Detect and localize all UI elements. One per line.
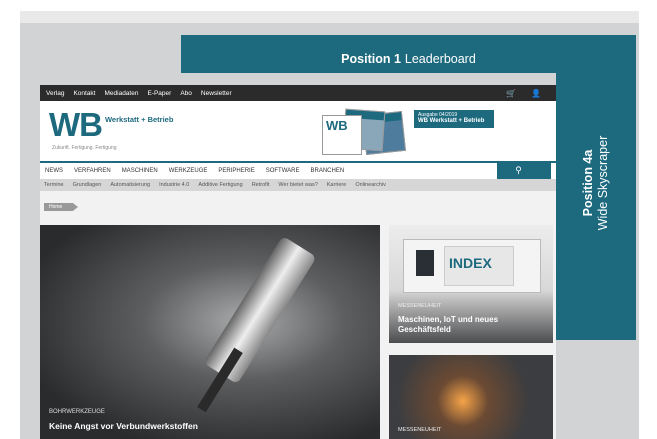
subnav-item[interactable]: Onlinearchiv	[355, 182, 386, 188]
topbar-link[interactable]: E-Paper	[147, 90, 171, 97]
site-logo[interactable]: WB Werkstatt + Betrieb	[49, 106, 174, 143]
article-card[interactable]: MESSENEUHEIT	[389, 355, 553, 439]
leaderboard-label: Leaderboard	[404, 52, 476, 66]
machine-brand: INDEX	[449, 255, 492, 271]
cart-icon[interactable]: 🛒	[506, 89, 516, 98]
nav-item[interactable]: WERKZEUGE	[169, 168, 208, 174]
machine-image: INDEX	[403, 239, 541, 293]
nav-item[interactable]: BRANCHEN	[311, 168, 345, 174]
sub-nav: Termine Grundlagen Automatisierung Indus…	[40, 179, 556, 191]
user-icon[interactable]: 👤	[531, 89, 541, 98]
subnav-item[interactable]: Retrofit	[252, 182, 270, 188]
nav-item[interactable]: PERIPHERIE	[218, 168, 254, 174]
topbar-link[interactable]: Abo	[180, 90, 192, 97]
nav-item[interactable]: NEWS	[45, 168, 63, 174]
hero-kicker: BOHRWERKZEUGE	[49, 409, 105, 415]
skyscraper-text: Position 4a Wide Skyscraper	[581, 136, 611, 230]
topbar-link[interactable]: Mediadaten	[104, 90, 138, 97]
tool-holder-image	[203, 235, 317, 385]
subnav-item[interactable]: Termine	[44, 182, 64, 188]
logo-mark: WB	[49, 106, 103, 143]
nav-item[interactable]: MASCHINEN	[122, 168, 158, 174]
skyscraper-ad-slot: Position 4a Wide Skyscraper	[556, 73, 636, 340]
leaderboard-position: Position 1	[341, 52, 401, 66]
subnav-item[interactable]: Karriere	[327, 182, 347, 188]
frame-top-band	[20, 11, 639, 23]
nav-item[interactable]: VERFAHREN	[74, 168, 111, 174]
top-bar: Verlag Kontakt Mediadaten E-Paper Abo Ne…	[40, 85, 556, 101]
card-title: Maschinen, IoT und neues Geschäftsfeld	[398, 315, 499, 334]
breadcrumb-home[interactable]: Home	[44, 203, 78, 211]
website-mockup: Verlag Kontakt Mediadaten E-Paper Abo Ne…	[40, 85, 556, 439]
subnav-item[interactable]: Additive Fertigung	[198, 182, 242, 188]
subnav-item[interactable]: Wer bietet was?	[278, 182, 317, 188]
search-icon: ⚲	[515, 164, 522, 175]
site-header: WB Werkstatt + Betrieb Zukunft. Fertigun…	[40, 101, 556, 161]
hero-title: Keine Angst vor Verbundwerkstoffen	[49, 421, 198, 431]
hero-article[interactable]: BOHRWERKZEUGE Keine Angst vor Verbundwer…	[40, 225, 380, 439]
leaderboard-ad-slot: Position 1 Leaderboard	[181, 35, 636, 73]
skyscraper-position: Position 4a	[581, 149, 595, 217]
search-button[interactable]: ⚲	[497, 161, 551, 179]
subnav-item[interactable]: Industrie 4.0	[159, 182, 189, 188]
nav-item[interactable]: SOFTWARE	[266, 168, 300, 174]
card-kicker: MESSENEUHEIT	[398, 427, 442, 433]
subnav-item[interactable]: Grundlagen	[73, 182, 102, 188]
subnav-item[interactable]: Automatisierung	[110, 182, 150, 188]
skyscraper-label: Wide Skyscraper	[596, 135, 610, 231]
topbar-link[interactable]: Kontakt	[73, 90, 95, 97]
promo-line2: WB Werkstatt + Betrieb	[418, 118, 485, 124]
magazine-covers: WB	[322, 107, 406, 155]
logo-tagline: Zukunft. Fertigung. Fertigung	[52, 145, 117, 151]
main-nav: NEWS VERFAHREN MASCHINEN WERKZEUGE PERIP…	[40, 161, 556, 179]
issue-promo[interactable]: Ausgabe 04/2019 WB Werkstatt + Betrieb	[414, 110, 494, 128]
logo-name: Werkstatt + Betrieb	[104, 115, 174, 124]
topbar-link[interactable]: Verlag	[46, 90, 64, 97]
card-kicker: MESSENEUHEIT	[398, 303, 442, 309]
article-card[interactable]: INDEX MESSENEUHEIT Maschinen, IoT und ne…	[389, 225, 553, 343]
magazine-cover: WB	[322, 115, 362, 155]
topbar-link[interactable]: Newsletter	[201, 90, 232, 97]
